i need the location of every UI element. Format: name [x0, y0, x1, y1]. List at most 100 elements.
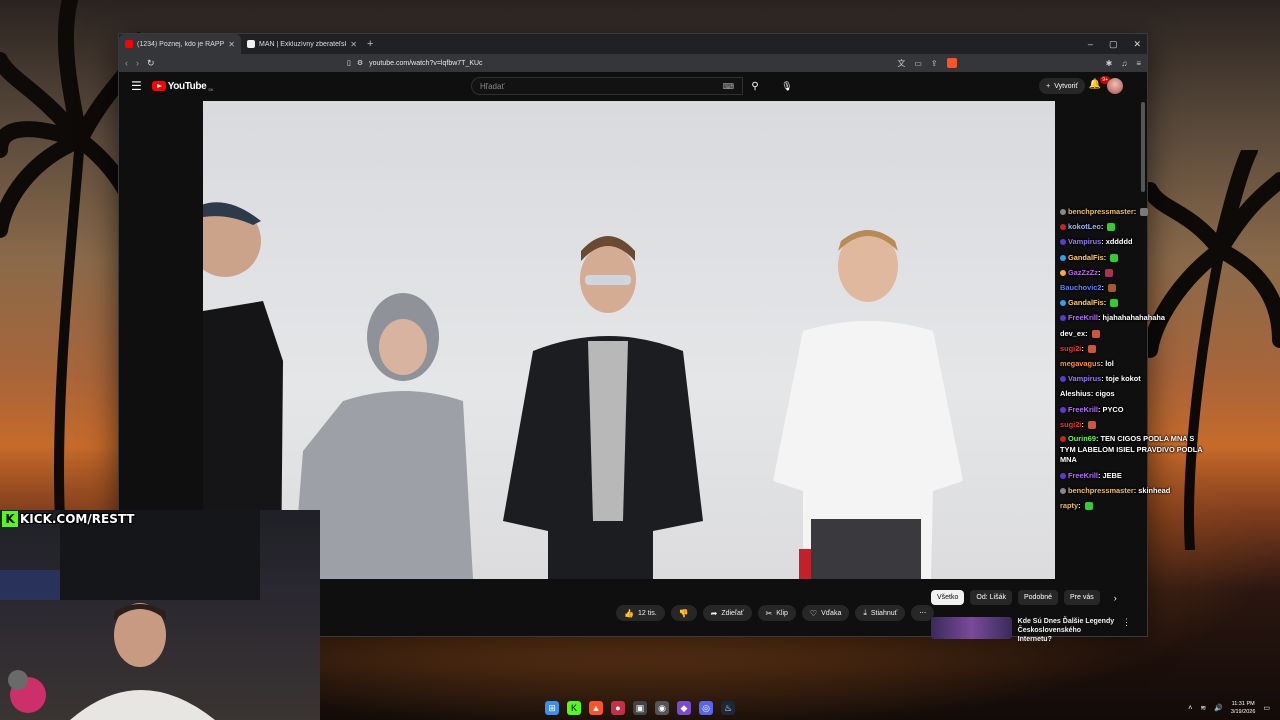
- recommended-title[interactable]: Kde Sú Dnes Ďalšie Legendy Československ…: [1018, 617, 1116, 643]
- chat-username[interactable]: GazZzZz: [1068, 268, 1098, 277]
- search-input[interactable]: Hľadať ⌨: [471, 77, 743, 95]
- notification-center-icon[interactable]: ▭: [1263, 704, 1270, 712]
- like-button[interactable]: 👍 12 tis.: [616, 605, 665, 621]
- chat-username[interactable]: FreeKrill: [1068, 471, 1098, 480]
- account-avatar[interactable]: [1107, 78, 1123, 94]
- brave-shields-icon[interactable]: [946, 58, 957, 68]
- keyboard-icon[interactable]: ⌨: [722, 82, 734, 91]
- chat-emote-icon: [1107, 223, 1116, 232]
- voice-search-button[interactable]: 🎙: [778, 77, 796, 95]
- chat-username[interactable]: Vampirus: [1068, 237, 1101, 246]
- back-icon[interactable]: ‹: [125, 58, 128, 68]
- github-icon[interactable]: ◉: [655, 701, 669, 715]
- close-window-button[interactable]: ✕: [1133, 39, 1141, 50]
- maximize-button[interactable]: ▢: [1109, 39, 1118, 50]
- media-player-icon[interactable]: ◆: [677, 701, 691, 715]
- chat-username[interactable]: sugi2i: [1060, 344, 1081, 353]
- chip-all[interactable]: Všetko: [931, 590, 965, 605]
- chat-username[interactable]: GandalFis: [1068, 298, 1104, 307]
- chat-badge-icon: [1060, 224, 1066, 231]
- recommended-video[interactable]: Kde Sú Dnes Ďalšie Legendy Československ…: [931, 617, 1131, 643]
- translate-icon[interactable]: 文: [897, 58, 905, 69]
- search-button[interactable]: ⚲: [743, 77, 767, 95]
- system-clock[interactable]: 11:31 PM 3/19/2026: [1231, 700, 1255, 716]
- more-icon: ⋯: [919, 610, 927, 617]
- recommended-thumbnail[interactable]: [931, 617, 1012, 639]
- chat-username[interactable]: benchpressmaster: [1068, 486, 1134, 495]
- chip-related[interactable]: Podobné: [1017, 590, 1059, 605]
- share-icon[interactable]: ⇪: [931, 59, 938, 68]
- search-icon: ⚲: [751, 80, 759, 92]
- chat-username[interactable]: kokotLeo: [1068, 222, 1101, 231]
- notifications-bell-icon[interactable]: 🔔: [1089, 79, 1101, 90]
- location-pin-icon[interactable]: ●: [611, 701, 625, 715]
- youtube-play-icon: [151, 81, 166, 91]
- extensions-icon[interactable]: ✱: [1106, 59, 1113, 68]
- minimize-button[interactable]: –: [1088, 39, 1093, 49]
- steam-icon[interactable]: ♨: [721, 701, 735, 715]
- chat-separator: :: [1103, 252, 1109, 262]
- clip-label: Klip: [776, 609, 788, 617]
- stream-chat-overlay: benchpressmaster: kokotLeo: Vampirus: xd…: [1060, 204, 1205, 513]
- taskbar: ⊞ K ▲ ● ▣ ◉ ◆ ◎ ♨ ˄ ≋ 🔊 11:31 PM 3/19/20…: [0, 696, 1280, 720]
- discord-icon[interactable]: ◎: [699, 701, 713, 715]
- create-button[interactable]: + Vytvoriť: [1039, 78, 1085, 94]
- network-icon[interactable]: ≋: [1200, 704, 1206, 712]
- tab-close-icon[interactable]: ✕: [350, 40, 357, 49]
- cast-icon[interactable]: ▭: [914, 59, 922, 68]
- tray-expand-icon[interactable]: ˄: [1188, 705, 1192, 712]
- browser-tab-youtube[interactable]: (1234) Poznej, kdo je RAPPER ✕: [119, 34, 241, 54]
- chat-username[interactable]: Ourin69: [1068, 434, 1096, 443]
- dislike-button[interactable]: 👎: [670, 605, 697, 621]
- reload-icon[interactable]: ↻: [147, 58, 155, 69]
- video-frame-illustration: [203, 202, 963, 579]
- kick-app-icon[interactable]: K: [567, 701, 581, 715]
- chat-username[interactable]: Aleshius: [1060, 389, 1091, 398]
- thanks-button[interactable]: ♡ Vďaka: [801, 605, 850, 621]
- clip-button[interactable]: ✂ Klip: [757, 605, 796, 621]
- chat-username[interactable]: megavagus: [1060, 359, 1101, 368]
- page-scrollbar[interactable]: [1141, 102, 1145, 192]
- youtube-logo[interactable]: YouTube SK: [151, 80, 214, 92]
- address-bar[interactable]: ▯ ⚙ youtube.com/watch?v=lqfbw7T_KUc: [347, 56, 907, 70]
- terminal-icon[interactable]: ▣: [633, 701, 647, 715]
- streamer-illustration: [0, 510, 260, 720]
- thumbs-up-icon: 👍: [624, 608, 634, 618]
- chat-username[interactable]: dev_ex: [1060, 329, 1085, 338]
- media-icon[interactable]: ♫: [1121, 59, 1127, 68]
- thumbs-down-icon: 👎: [678, 608, 689, 618]
- site-info-icon[interactable]: ⚙: [357, 59, 363, 67]
- browser-tab-man[interactable]: MAN | Exkluzívny zberateľský produkt ✕: [241, 34, 363, 54]
- youtube-logo-text: YouTube: [167, 80, 207, 92]
- hamburger-menu-icon[interactable]: ☰: [131, 79, 142, 93]
- video-player[interactable]: [203, 101, 1055, 579]
- chat-username[interactable]: benchpressmaster: [1068, 207, 1134, 216]
- chat-message: GandalFis:: [1060, 250, 1205, 265]
- chat-username[interactable]: rapty: [1060, 501, 1078, 510]
- chat-username[interactable]: FreeKrill: [1068, 313, 1098, 322]
- bookmark-icon[interactable]: ▯: [347, 59, 351, 67]
- menu-icon[interactable]: ≡: [1136, 59, 1141, 68]
- download-button[interactable]: ⤓ Stiahnuť: [855, 605, 906, 621]
- volume-icon[interactable]: 🔊: [1214, 704, 1223, 712]
- more-vert-icon[interactable]: ⋮: [1122, 617, 1131, 639]
- youtube-header: ☰ YouTube SK Hľadať ⌨ ⚲ 🎙 + Vytvoriť 🔔 9…: [119, 72, 1147, 100]
- clock-time: 11:31 PM: [1231, 701, 1255, 707]
- forward-icon[interactable]: ›: [136, 58, 139, 68]
- chat-username[interactable]: FreeKrill: [1068, 405, 1098, 414]
- download-label: Stiahnuť: [870, 609, 898, 617]
- chat-username[interactable]: sugi2i: [1060, 420, 1081, 429]
- windows-start-icon[interactable]: ⊞: [545, 701, 559, 715]
- chevron-right-icon[interactable]: ›: [1114, 593, 1117, 603]
- share-button[interactable]: ➦ Zdieľať: [702, 605, 752, 621]
- brave-browser-icon[interactable]: ▲: [589, 701, 603, 715]
- clock-date: 3/19/2026: [1230, 709, 1256, 715]
- chip-from-channel[interactable]: Od: Lišák: [970, 590, 1012, 605]
- chat-username[interactable]: Vampirus: [1068, 374, 1101, 383]
- chip-for-you[interactable]: Pre vás: [1064, 590, 1100, 605]
- new-tab-button[interactable]: +: [367, 38, 373, 50]
- tab-close-icon[interactable]: ✕: [228, 40, 235, 49]
- chat-emote-icon: [1110, 299, 1119, 308]
- chat-username[interactable]: GandalFis: [1068, 253, 1104, 262]
- chat-username[interactable]: Bauchovic2: [1060, 283, 1102, 292]
